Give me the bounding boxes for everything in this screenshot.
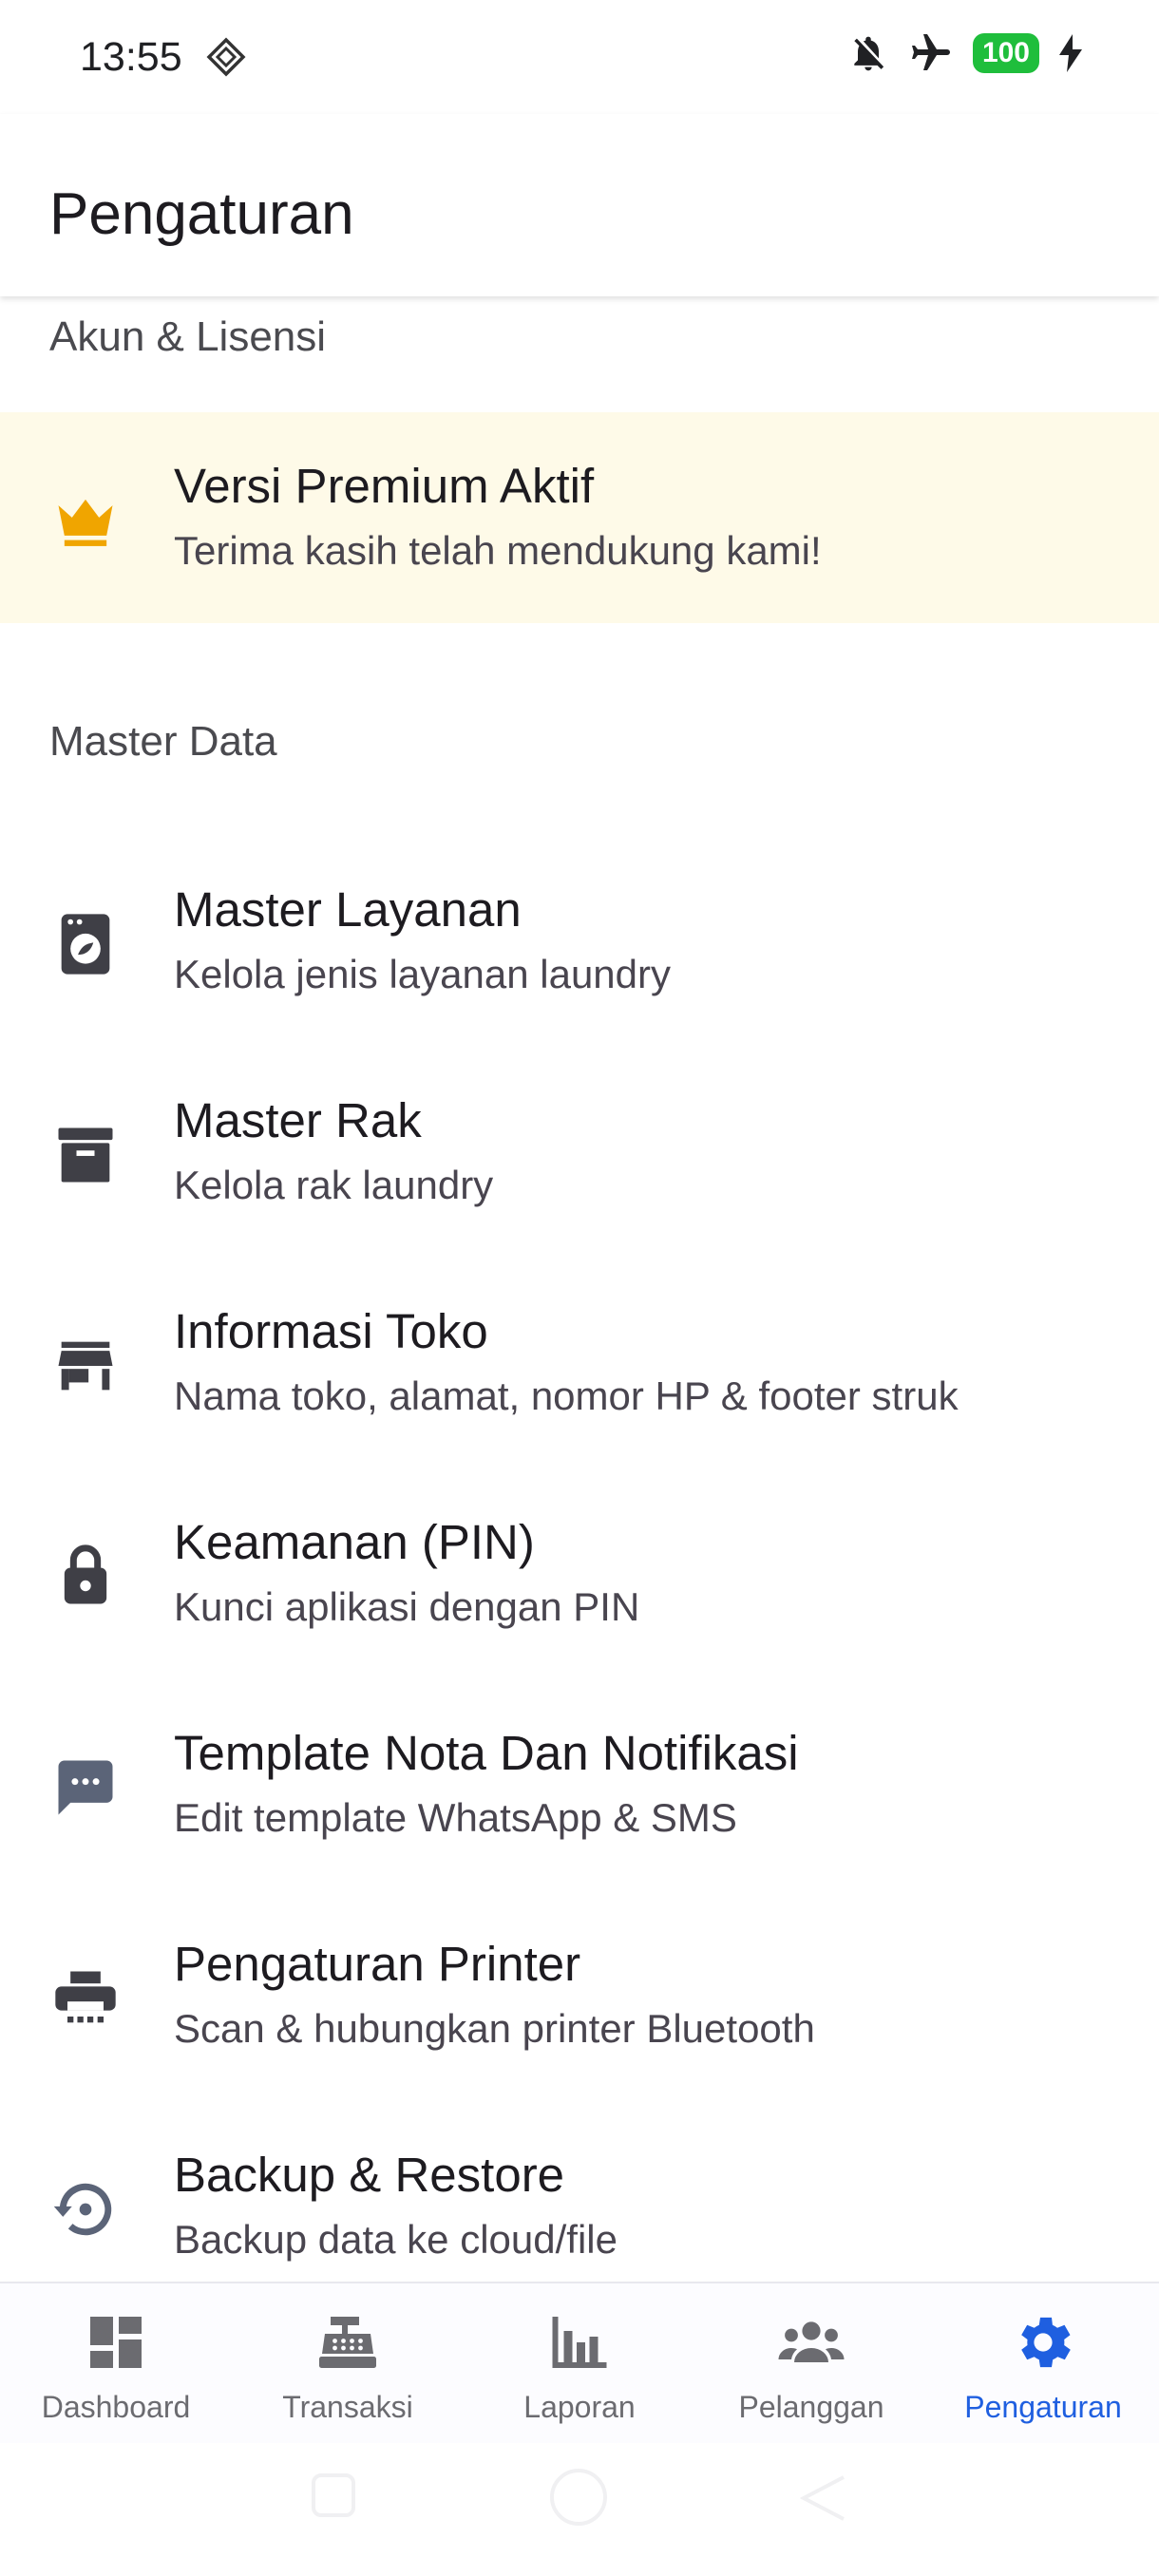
settings-item-backup-restore[interactable]: Backup & Restore Backup data ke cloud/fi… bbox=[0, 2101, 1159, 2282]
item-title: Informasi Toko bbox=[174, 1304, 488, 1358]
nav-label: Dashboard bbox=[41, 2390, 191, 2424]
settings-item-master-rak[interactable]: Master Rak Kelola rak laundry bbox=[0, 1047, 1159, 1258]
bell-off-icon bbox=[854, 36, 884, 71]
restore-icon bbox=[53, 2183, 112, 2236]
premium-status-item[interactable]: Versi Premium Aktif Terima kasih telah m… bbox=[0, 412, 1159, 623]
printer-icon bbox=[55, 1971, 116, 2023]
item-title: Backup & Restore bbox=[174, 2148, 565, 2202]
system-navigation-bar bbox=[0, 2443, 1159, 2576]
nav-pengaturan[interactable]: Pengaturan bbox=[927, 2283, 1159, 2445]
item-subtitle: Scan & hubungkan printer Bluetooth bbox=[174, 2006, 815, 2051]
settings-item-printer[interactable]: Pengaturan Printer Scan & hubungkan prin… bbox=[0, 1890, 1159, 2101]
dashboard-icon bbox=[90, 2317, 142, 2368]
status-bar: 13:55 100 bbox=[0, 0, 1159, 114]
status-time: 13:55 bbox=[80, 34, 182, 80]
home-button[interactable] bbox=[547, 2466, 610, 2529]
settings-item-master-layanan[interactable]: Master Layanan Kelola jenis layanan laun… bbox=[0, 836, 1159, 1047]
lock-icon bbox=[64, 1544, 107, 1604]
item-title: Template Nota Dan Notifikasi bbox=[174, 1726, 799, 1780]
app-bar: Pengaturan bbox=[0, 114, 1159, 296]
item-subtitle: Kunci aplikasi dengan PIN bbox=[174, 1584, 640, 1629]
premium-title: Versi Premium Aktif bbox=[174, 459, 595, 513]
nav-transaksi[interactable]: Transaksi bbox=[232, 2283, 464, 2445]
airplane-icon bbox=[911, 34, 950, 70]
battery-icon: 100 bbox=[972, 33, 1039, 73]
nav-label: Pelanggan bbox=[738, 2390, 884, 2424]
nav-label: Laporan bbox=[523, 2390, 636, 2424]
item-subtitle: Backup data ke cloud/file bbox=[174, 2217, 618, 2262]
settings-item-informasi-toko[interactable]: Informasi Toko Nama toko, alamat, nomor … bbox=[0, 1258, 1159, 1468]
archive-icon bbox=[58, 1127, 113, 1183]
item-title: Master Layanan bbox=[174, 882, 522, 937]
item-title: Master Rak bbox=[174, 1093, 422, 1147]
diamond-icon bbox=[206, 37, 246, 77]
item-title: Pengaturan Printer bbox=[174, 1937, 581, 1991]
status-icons: 100 bbox=[847, 30, 1083, 76]
settings-item-template-nota[interactable]: Template Nota Dan Notifikasi Edit templa… bbox=[0, 1679, 1159, 1890]
nav-label: Pengaturan bbox=[964, 2390, 1122, 2424]
nav-label: Transaksi bbox=[282, 2390, 413, 2424]
recents-button[interactable] bbox=[310, 2472, 357, 2519]
bar-chart-icon bbox=[552, 2317, 607, 2368]
nav-laporan[interactable]: Laporan bbox=[464, 2283, 695, 2445]
people-icon bbox=[778, 2321, 845, 2362]
cash-register-icon bbox=[319, 2317, 376, 2368]
washing-machine-icon bbox=[61, 914, 110, 975]
back-button[interactable] bbox=[798, 2472, 849, 2523]
settings-list[interactable]: Akun & Lisensi Versi Premium Aktif Terim… bbox=[0, 296, 1159, 2282]
bottom-navigation: Dashboard Transaksi Laporan Pelanggan Pe… bbox=[0, 2282, 1159, 2445]
item-subtitle: Kelola jenis layanan laundry bbox=[174, 952, 672, 996]
item-subtitle: Nama toko, alamat, nomor HP & footer str… bbox=[174, 1373, 959, 1418]
section-header-account: Akun & Lisensi bbox=[49, 313, 327, 360]
nav-pelanggan[interactable]: Pelanggan bbox=[695, 2283, 927, 2445]
chat-icon bbox=[58, 1760, 113, 1815]
nav-dashboard[interactable]: Dashboard bbox=[0, 2283, 232, 2445]
section-header-master: Master Data bbox=[49, 718, 277, 765]
store-icon bbox=[58, 1341, 113, 1391]
settings-item-keamanan-pin[interactable]: Keamanan (PIN) Kunci aplikasi dengan PIN bbox=[0, 1468, 1159, 1679]
premium-subtitle: Terima kasih telah mendukung kami! bbox=[174, 528, 822, 573]
item-subtitle: Kelola rak laundry bbox=[174, 1163, 494, 1207]
item-title: Keamanan (PIN) bbox=[174, 1515, 535, 1569]
gear-icon bbox=[1021, 2317, 1071, 2368]
crown-icon bbox=[58, 499, 113, 546]
page-title: Pengaturan bbox=[49, 181, 354, 247]
charging-bolt-icon bbox=[1059, 34, 1082, 72]
item-subtitle: Edit template WhatsApp & SMS bbox=[174, 1795, 737, 1840]
